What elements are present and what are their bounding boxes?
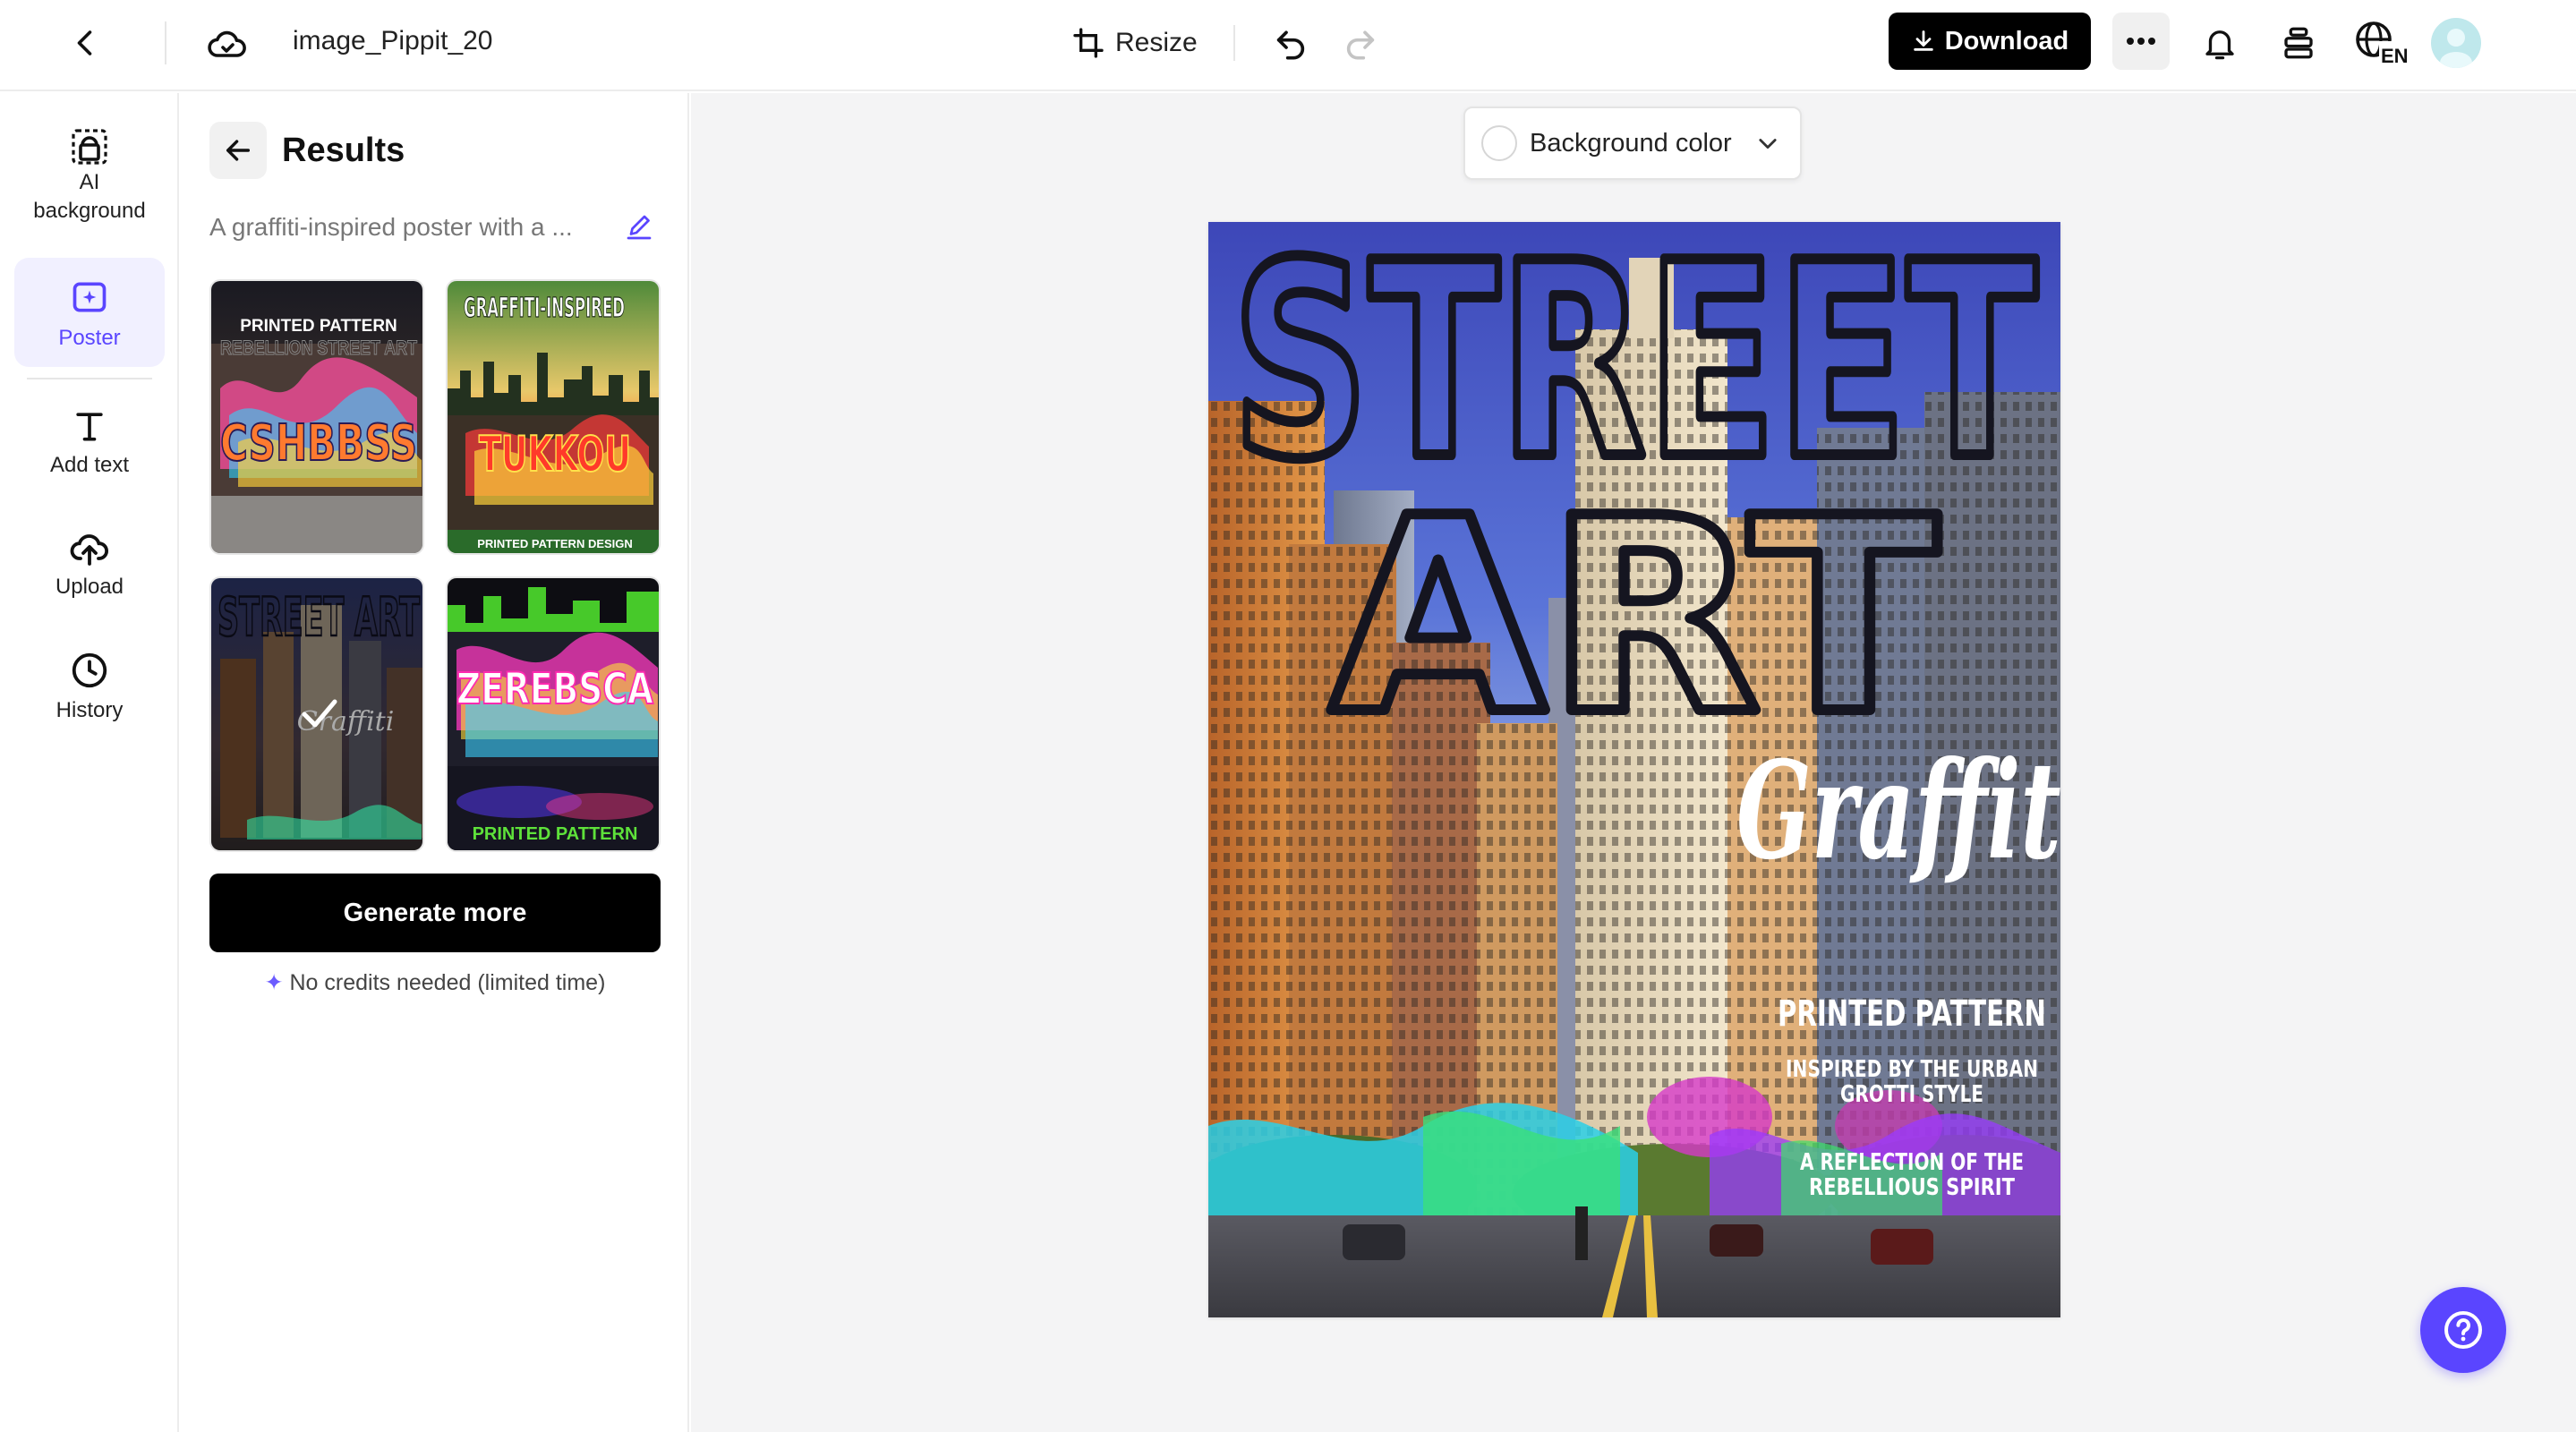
rail-item-label: History	[55, 698, 124, 722]
panel-title: Results	[282, 132, 405, 169]
avatar[interactable]	[2431, 18, 2481, 68]
result-thumbnail-3[interactable]: STREET ART Graffiti	[209, 576, 424, 852]
canvas-area: Background color STREET ART Graffiti PRI…	[691, 93, 2576, 1432]
thumb-caption: PRINTED PATTERN	[473, 824, 638, 844]
globe-icon: EN	[2356, 21, 2408, 66]
rail-item-poster[interactable]: Poster	[14, 258, 165, 367]
rail-item-upload[interactable]: Upload	[14, 528, 165, 626]
poster-canvas[interactable]: STREET ART Graffiti PRINTED PATTERN INSP…	[1208, 222, 2060, 1317]
question-icon	[2444, 1311, 2482, 1349]
background-color-label: Background color	[1530, 128, 1732, 158]
prompt-text: A graffiti-inspired poster with a ...	[209, 213, 573, 241]
resize-label: Resize	[1115, 28, 1198, 57]
resize-icon	[1073, 28, 1104, 58]
download-icon	[1913, 30, 1933, 51]
poster-headline-2[interactable]: ART	[1325, 456, 1946, 779]
resize-button[interactable]: Resize	[1070, 20, 1198, 66]
user-icon	[2440, 29, 2472, 68]
rail-item-label: AI background	[33, 170, 146, 223]
undo-button[interactable]	[1266, 18, 1316, 68]
cloud-icon	[208, 30, 246, 57]
result-thumbnail-4[interactable]: ZEREBSCA PRINTED PATTERN	[446, 576, 661, 852]
credits-text: No credits needed (limited time)	[289, 970, 606, 995]
download-label: Download	[1944, 26, 2069, 55]
rail-item-history[interactable]: History	[14, 650, 165, 748]
results-panel: Results A graffiti-inspired poster with …	[181, 93, 689, 1432]
poster-line-2a[interactable]: INSPIRED BY THE URBAN	[1786, 1056, 2038, 1083]
rail-item-ai-background[interactable]: AI background	[14, 120, 165, 245]
thumb-subcaption: PRINTED PATTERN DESIGN	[477, 537, 633, 550]
top-bar: image_Pippit_20 Resize Download EN	[0, 0, 2576, 91]
chevron-left-icon	[77, 30, 92, 55]
redo-icon	[1346, 30, 1375, 60]
help-button[interactable]	[2420, 1287, 2506, 1373]
poster-line-2b[interactable]: GROTTI STYLE	[1840, 1081, 1983, 1108]
download-button[interactable]: Download	[1889, 13, 2091, 70]
thumb-caption: PRINTED PATTERN	[240, 317, 397, 336]
arrow-left-icon	[226, 140, 251, 161]
more-options-button[interactable]	[2112, 13, 2170, 70]
thumb-subcaption: REBELLION STREET ART	[220, 337, 417, 359]
history-icon	[72, 652, 107, 688]
poster-icon	[73, 282, 107, 312]
edit-prompt-button[interactable]	[623, 211, 655, 243]
rail-item-label: Add text	[49, 453, 130, 477]
lang-badge: EN	[2381, 45, 2408, 66]
rail-item-label: Upload	[55, 575, 124, 599]
back-button[interactable]	[61, 18, 111, 68]
layers-button[interactable]	[2272, 16, 2325, 70]
redo-button[interactable]	[1335, 18, 1386, 68]
rail-divider	[27, 378, 152, 379]
thumb-caption: GRAFFITI-INSPIRED	[464, 293, 625, 324]
panel-back-button[interactable]	[209, 122, 267, 179]
poster-line-1[interactable]: PRINTED PATTERN	[1778, 993, 2046, 1035]
cloud-save-button[interactable]	[199, 18, 256, 68]
color-swatch	[1481, 125, 1517, 161]
background-color-button[interactable]: Background color	[1463, 107, 1802, 180]
notifications-button[interactable]	[2193, 16, 2247, 70]
tool-rail: AI background Poster Add text Upload His…	[0, 93, 179, 1432]
stack-icon	[2284, 27, 2313, 59]
poster-line-3b[interactable]: REBELLIOUS SPIRIT	[1809, 1174, 2015, 1201]
rail-item-add-text[interactable]: Add text	[14, 406, 165, 505]
more-icon	[2127, 38, 2155, 45]
result-thumbnail-2[interactable]: GRAFFITI-INSPIRED TUKKOU PRINTED PATTERN…	[446, 279, 661, 555]
ai-background-icon	[72, 129, 107, 165]
upload-icon	[70, 534, 108, 566]
language-button[interactable]: EN	[2352, 14, 2410, 72]
sparkle-icon: ✦	[264, 970, 284, 995]
text-icon	[76, 413, 103, 441]
pencil-icon	[627, 215, 652, 240]
divider	[165, 21, 166, 64]
credits-note: ✦ No credits needed (limited time)	[209, 968, 661, 997]
poster-script-word[interactable]: Graffiti	[1736, 732, 2060, 890]
undo-icon	[1276, 30, 1305, 60]
thumb-tag: CSHBBSS	[220, 414, 417, 473]
thumb-caption: STREET ART	[218, 586, 420, 649]
thumb-tag: TUKKOU	[479, 426, 631, 482]
file-name[interactable]: image_Pippit_20	[293, 25, 493, 57]
bell-icon	[2205, 30, 2234, 60]
chevron-down-icon	[1759, 139, 1777, 149]
rail-item-label: Poster	[58, 326, 121, 350]
poster-line-3a[interactable]: A REFLECTION OF THE	[1800, 1149, 2024, 1176]
generate-more-button[interactable]: Generate more	[209, 874, 661, 952]
divider	[1233, 25, 1235, 61]
thumb-tag: ZEREBSCA	[456, 664, 653, 714]
result-thumbnail-1[interactable]: PRINTED PATTERN REBELLION STREET ART CSH…	[209, 279, 424, 555]
